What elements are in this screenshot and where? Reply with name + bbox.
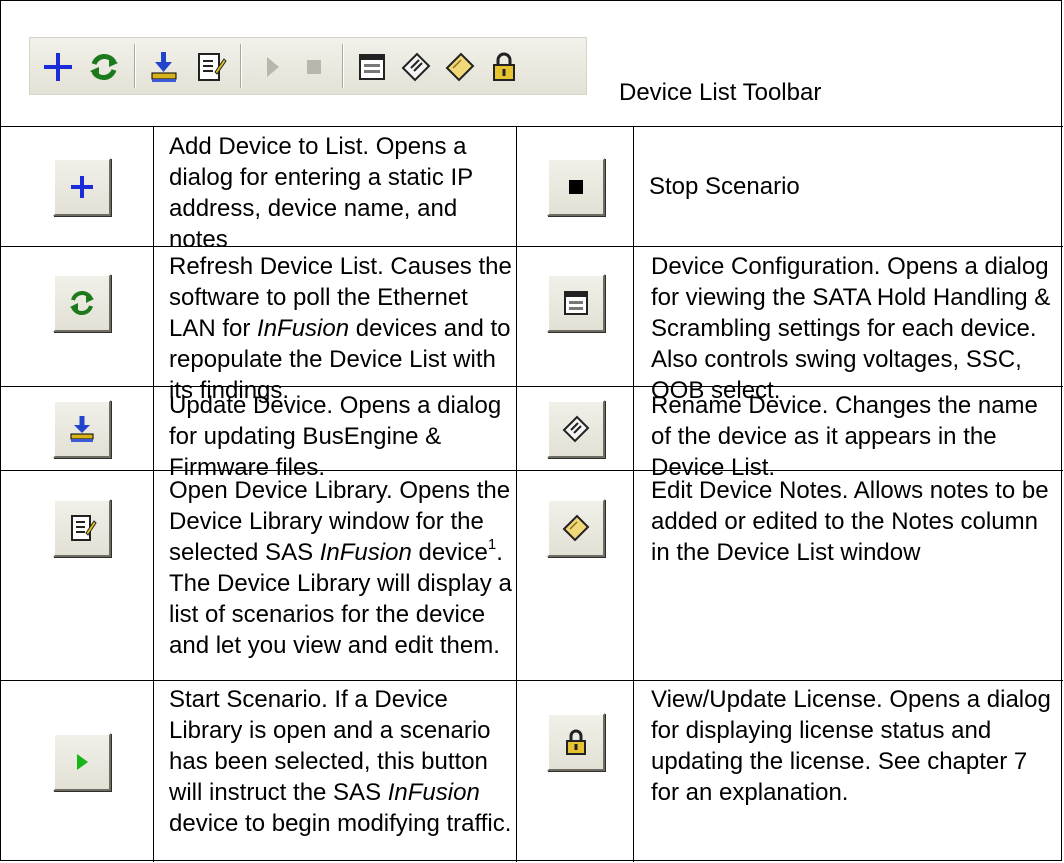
- open-device-library-description: Open Device Library. Opens the Device Li…: [169, 477, 512, 659]
- row-divider: [1, 680, 1063, 681]
- toolbar-separator: [240, 44, 242, 88]
- lock-icon[interactable]: [484, 47, 524, 87]
- view-update-license-button[interactable]: [547, 713, 605, 771]
- update-icon: [70, 416, 94, 442]
- stop-scenario-description: Stop Scenario: [649, 173, 800, 200]
- view-update-license-description: View/Update License. Opens a dialog for …: [651, 686, 1051, 806]
- device-configuration-button[interactable]: [547, 274, 605, 332]
- column-divider: [633, 126, 634, 862]
- notes-icon: [562, 514, 590, 542]
- toolbar-strip: [29, 37, 587, 95]
- add-device-description: Add Device to List. Opens a dialog for e…: [169, 133, 473, 253]
- update-device-description: Update Device. Opens a dialog for updati…: [169, 392, 502, 481]
- rename-device-button[interactable]: [547, 400, 605, 458]
- config-icon[interactable]: [352, 47, 392, 87]
- update-icon[interactable]: [144, 47, 184, 87]
- column-divider: [516, 126, 517, 862]
- rename-icon: [562, 415, 590, 443]
- edit-device-notes-description: Edit Device Notes. Allows notes to be ad…: [651, 477, 1049, 566]
- refresh-device-list-description: Refresh Device List. Causes the software…: [169, 253, 512, 404]
- play-icon[interactable]: [252, 47, 292, 87]
- lock-icon: [566, 729, 586, 755]
- stop-icon[interactable]: [294, 47, 334, 87]
- update-device-button[interactable]: [53, 400, 111, 458]
- add-device-button[interactable]: [53, 158, 111, 216]
- play-icon: [77, 754, 88, 770]
- config-icon: [564, 291, 588, 315]
- device-configuration-description: Device Configuration. Opens a dialog for…: [651, 253, 1051, 404]
- refresh-icon: [70, 291, 94, 315]
- plus-icon: [71, 176, 93, 198]
- column-divider: [153, 126, 154, 862]
- edit-device-notes-button[interactable]: [547, 499, 605, 557]
- rename-icon[interactable]: [396, 47, 436, 87]
- row-divider: [1, 126, 1063, 127]
- library-icon: [71, 515, 97, 541]
- refresh-device-list-button[interactable]: [53, 274, 111, 332]
- stop-scenario-button[interactable]: [547, 158, 605, 216]
- library-icon[interactable]: [190, 47, 230, 87]
- start-scenario-description: Start Scenario. If a Device Library is o…: [169, 686, 512, 837]
- plus-icon[interactable]: [38, 47, 78, 87]
- start-scenario-button[interactable]: [53, 733, 111, 791]
- toolbar-separator: [134, 44, 136, 88]
- toolbar-caption: Device List Toolbar: [619, 79, 822, 106]
- open-device-library-button[interactable]: [53, 499, 111, 557]
- device-list-toolbar-table: Device List Toolbar Add Device to List. …: [0, 0, 1063, 862]
- refresh-icon[interactable]: [84, 47, 124, 87]
- stop-icon: [569, 180, 583, 194]
- row-divider: [1, 246, 1063, 247]
- toolbar-separator: [342, 44, 344, 88]
- notes-icon[interactable]: [440, 47, 480, 87]
- rename-device-description: Rename Device. Changes the name of the d…: [651, 392, 1038, 481]
